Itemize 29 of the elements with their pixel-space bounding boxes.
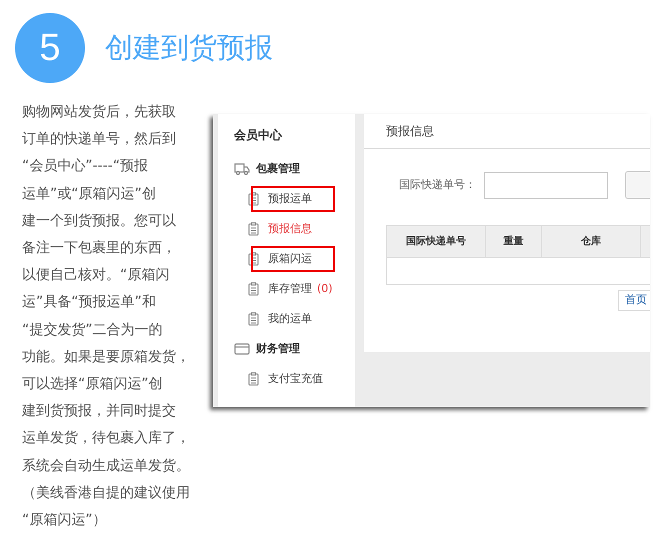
clipboard-icon [248,222,259,236]
clipboard-icon [248,192,259,206]
sidebar-group-label[interactable]: 财务管理 [256,340,300,358]
sidebar-item[interactable]: 库存管理 [263,276,317,302]
search-button[interactable] [625,171,650,199]
step-title: 创建到货预报 [105,30,273,66]
clipboard-icon [248,372,259,386]
sidebar-item[interactable]: 我的运单 [263,306,317,332]
sidebar-title: 会员中心 [234,127,284,144]
column-header: 国际快递单号 [387,226,486,257]
column-header: 重量 [486,226,542,257]
clipboard-icon [248,312,259,326]
sidebar-group-label[interactable]: 包裹管理 [256,160,300,178]
clipboard-icon [248,252,259,266]
tracking-number-input[interactable] [484,172,608,198]
truck-icon [234,163,250,175]
sidebar-item[interactable]: 预报运单 [251,186,335,212]
page-link[interactable]: 首页 [618,290,650,310]
card-icon [234,343,250,355]
sidebar-item[interactable]: 预报信息 [263,216,317,242]
panel-title: 预报信息 [364,114,650,149]
step-number: 5 [15,13,85,83]
description-paragraph: 购物网站发货后，先获取 订单的快递单号，然后到 “会员中心”----“预报 运单”或“原箱闪运”创 建一个到货预报。您可以 备注一下包裹里的东西， 以便自己核对。“原箱闪 运”具备“预报运单”和 “提交发货”二合为一的 功能。如果是要原箱发货， 可以选择“原箱闪运”创 建到货预报，并同时提交 运单发货，待包裹入库了， 系统会自动生成运单发货。 （美线香港自提的建议使用 “原箱闪运”） [22,103,191,530]
column-header: 仓库 [542,226,641,257]
clipboard-icon [248,282,259,296]
field-label: 国际快递单号： [399,176,477,193]
sidebar-item[interactable]: 支付宝充值 [263,366,328,392]
sidebar-item[interactable]: 原箱闪运 [251,246,335,272]
item-count: (0) [317,280,333,297]
